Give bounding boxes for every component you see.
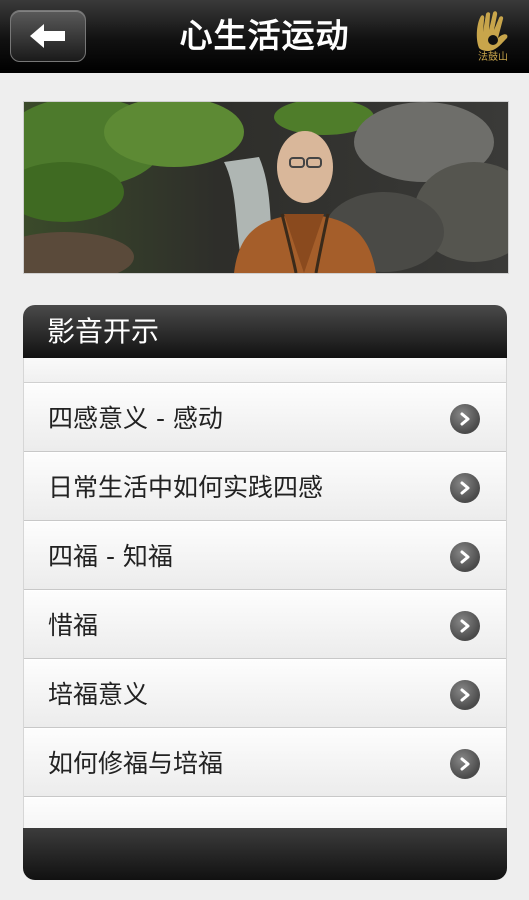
- list-item-label: 如何修福与培福: [48, 749, 224, 778]
- chevron-right-circle-icon: [450, 473, 480, 503]
- section-header: 影音开示: [23, 305, 507, 358]
- page-title: 心生活运动: [179, 16, 350, 55]
- list-item-label: 培福意义: [48, 680, 149, 709]
- list-spacer: [24, 358, 506, 383]
- video-list: 四感意义 - 感动 日常生活中如何实践四感 四福 - 知福 惜福 培福意义 如何…: [23, 358, 507, 828]
- hand-logo-icon: [476, 11, 508, 51]
- list-item[interactable]: 如何修福与培福: [24, 728, 506, 797]
- chevron-right-circle-icon: [450, 611, 480, 641]
- logo-text: 法鼓山: [478, 52, 508, 63]
- list-item[interactable]: 培福意义: [24, 659, 506, 728]
- top-bar: 心生活运动 法鼓山: [0, 0, 529, 73]
- chevron-right-circle-icon: [450, 404, 480, 434]
- list-item[interactable]: 惜福: [24, 590, 506, 659]
- logo: 法鼓山: [471, 8, 515, 64]
- list-item-label: 四福 - 知福: [48, 542, 173, 571]
- list-item[interactable]: 四福 - 知福: [24, 521, 506, 590]
- list-item[interactable]: 日常生活中如何实践四感: [24, 452, 506, 521]
- list-item-label: 惜福: [48, 611, 99, 640]
- list-item-label: 日常生活中如何实践四感: [48, 473, 324, 502]
- chevron-right-circle-icon: [450, 680, 480, 710]
- list-item-label: 四感意义 - 感动: [48, 404, 223, 433]
- list-item-partial[interactable]: [24, 797, 506, 828]
- list-item[interactable]: 四感意义 - 感动: [24, 383, 506, 452]
- banner-image: [23, 101, 509, 274]
- chevron-right-circle-icon: [450, 542, 480, 572]
- chevron-right-circle-icon: [450, 749, 480, 779]
- section-footer: [23, 828, 507, 880]
